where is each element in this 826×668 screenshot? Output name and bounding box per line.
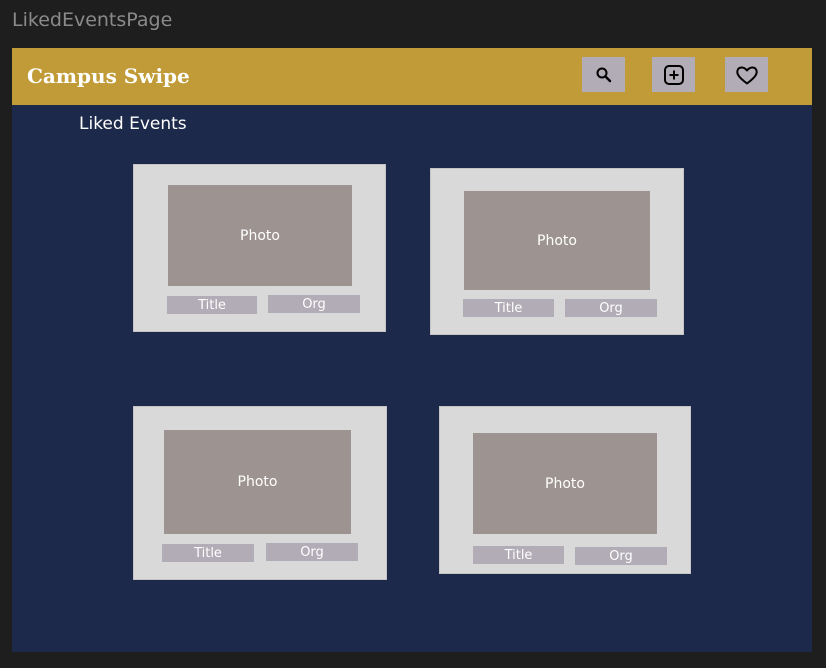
- event-photo: Photo: [473, 433, 657, 534]
- event-org: Org: [268, 295, 360, 313]
- event-org: Org: [565, 299, 657, 317]
- canvas: LikedEventsPage Campus Swipe Liked Event…: [0, 0, 826, 668]
- search-button[interactable]: [582, 57, 625, 92]
- app-header: Campus Swipe: [12, 48, 812, 105]
- event-photo: Photo: [168, 185, 352, 286]
- event-photo: Photo: [464, 191, 650, 290]
- event-title: Title: [463, 299, 554, 317]
- event-org: Org: [266, 543, 358, 561]
- event-title: Title: [473, 546, 564, 564]
- add-event-button[interactable]: [652, 57, 695, 92]
- event-photo: Photo: [164, 430, 351, 534]
- plus-square-icon: [663, 64, 685, 86]
- event-title: Title: [162, 544, 254, 562]
- section-title: Liked Events: [79, 114, 187, 134]
- search-icon: [595, 66, 613, 84]
- event-card[interactable]: Photo Title Org: [430, 168, 684, 335]
- frame-label: LikedEventsPage: [12, 9, 173, 31]
- event-card[interactable]: Photo Title Org: [133, 406, 387, 580]
- app-title: Campus Swipe: [27, 64, 190, 88]
- liked-events-button[interactable]: [725, 57, 768, 92]
- event-card[interactable]: Photo Title Org: [439, 406, 691, 574]
- event-card[interactable]: Photo Title Org: [133, 164, 386, 332]
- event-org: Org: [575, 547, 667, 565]
- liked-events-page: Campus Swipe Liked Events Photo Title Or…: [12, 48, 812, 652]
- event-title: Title: [167, 296, 257, 314]
- heart-icon: [735, 64, 759, 86]
